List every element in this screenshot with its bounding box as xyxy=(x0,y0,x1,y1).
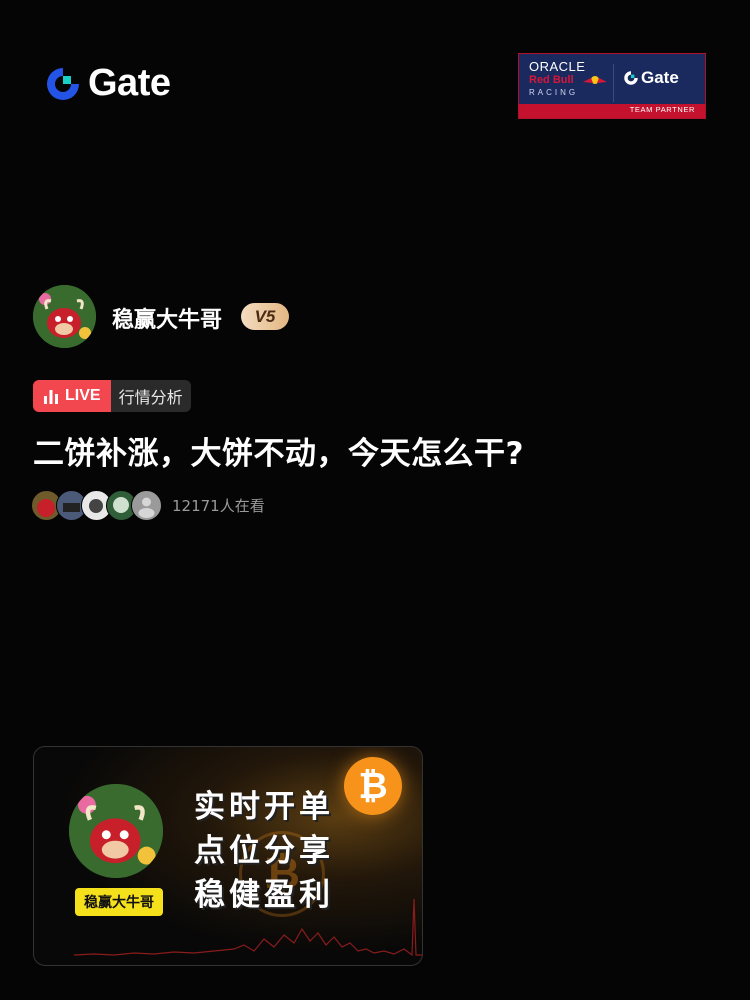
card-line: 实时开单 xyxy=(194,789,334,825)
live-tag: LIVE xyxy=(33,380,111,412)
level-badge: V5 xyxy=(241,303,289,330)
partner-oracle-text: ORACLE xyxy=(529,59,586,74)
partner-divider xyxy=(613,64,614,102)
gate-logo-text: Gate xyxy=(88,62,171,104)
card-line: 稳健盈利 xyxy=(194,877,334,913)
gate-logo: Gate xyxy=(44,62,171,105)
viewer-count: 12171人在看 xyxy=(172,497,265,515)
partner-racing-text: RACING xyxy=(529,88,579,97)
live-label: LIVE xyxy=(65,387,101,404)
card-slogan: 实时开单 点位分享 稳健盈利 xyxy=(194,785,334,917)
category-tag[interactable]: 行情分析 xyxy=(110,380,191,412)
partner-band: TEAM PARTNER xyxy=(519,104,705,118)
partner-redbull-text: Red Bull xyxy=(529,74,574,86)
viewer-row: 12171人在看 xyxy=(31,490,265,521)
partner-tagline: TEAM PARTNER xyxy=(629,105,695,114)
bull-avatar-icon xyxy=(69,784,163,878)
bull-logo-icon xyxy=(583,76,607,84)
bitcoin-icon: ₿ xyxy=(344,757,402,815)
stream-preview-card[interactable]: ₿ 稳赢大牛哥 实时开单 点位分享 稳健盈利 ₿ xyxy=(33,746,423,966)
streamer-name[interactable]: 稳赢大牛哥 xyxy=(112,302,222,334)
card-avatar xyxy=(69,784,163,878)
partner-gate-logo: Gate xyxy=(623,68,679,88)
stream-title: 二饼补涨，大饼不动，今天怎么干? xyxy=(33,436,524,472)
partner-gate-text: Gate xyxy=(641,68,679,87)
stream-tags: LIVE 行情分析 xyxy=(33,380,191,412)
partner-badge: ORACLE Red Bull RACING Gate TEAM PARTNER xyxy=(518,53,706,119)
bar-chart-icon xyxy=(44,390,58,404)
gate-logo-icon xyxy=(47,67,79,100)
streamer-avatar[interactable] xyxy=(33,285,96,348)
bull-avatar-icon xyxy=(33,285,96,348)
card-line: 点位分享 xyxy=(194,833,334,869)
gate-logo-icon xyxy=(624,71,638,85)
viewer-avatar xyxy=(131,490,162,521)
card-name-tag: 稳赢大牛哥 xyxy=(75,888,163,916)
